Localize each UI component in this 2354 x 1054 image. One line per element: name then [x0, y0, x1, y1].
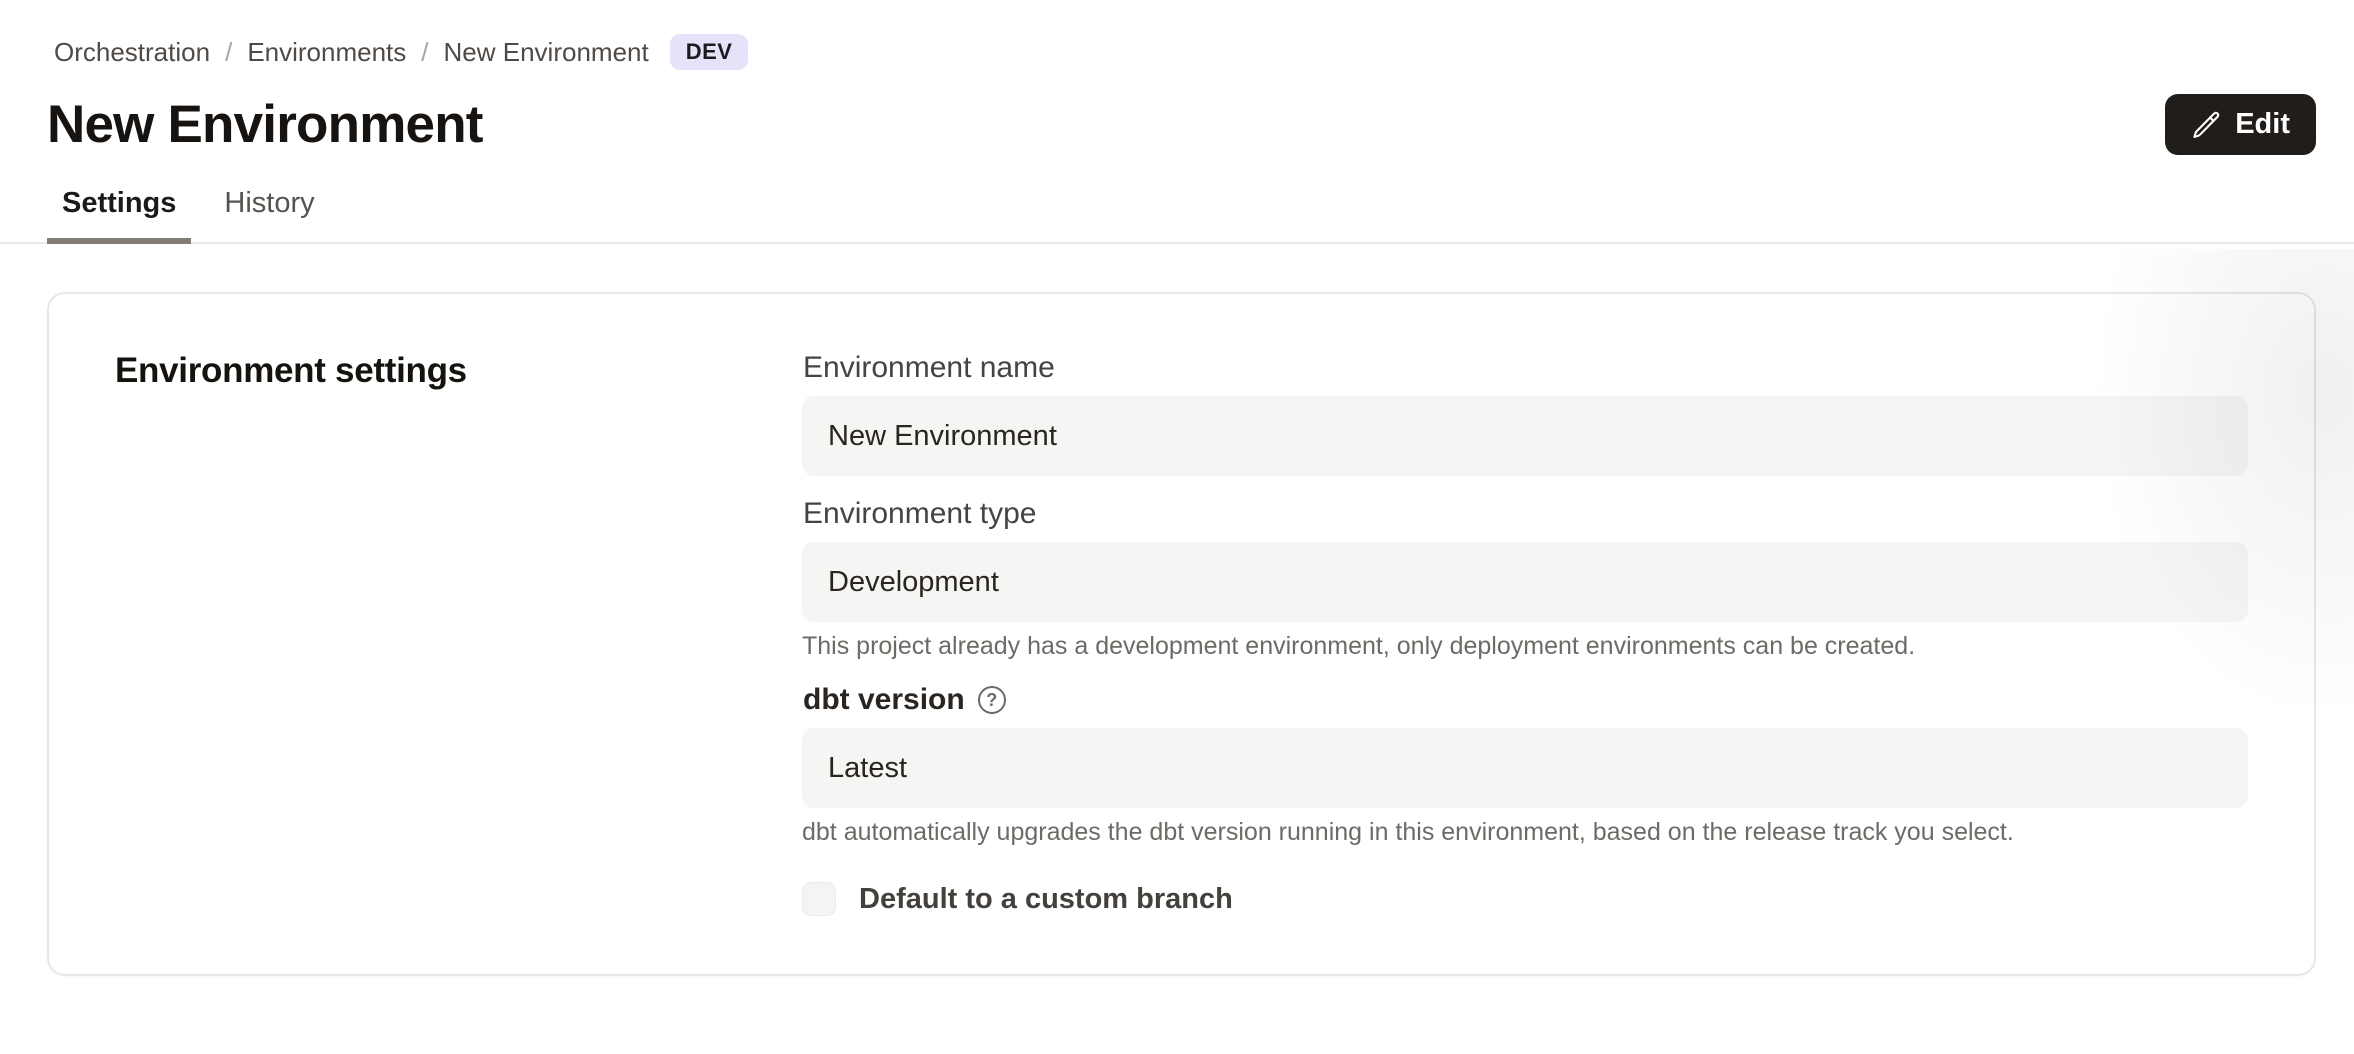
environment-name-label: Environment name	[803, 350, 2248, 386]
environment-type-field: Environment type Development This projec…	[802, 496, 2248, 662]
custom-branch-label: Default to a custom branch	[859, 883, 1233, 916]
card-form-column: Environment name New Environment Environ…	[802, 350, 2248, 916]
card-heading: Environment settings	[115, 350, 802, 392]
environment-type-helper-text: This project already has a development e…	[802, 630, 2248, 662]
tab-bar: Settings History	[0, 173, 2354, 244]
tab-history[interactable]: History	[209, 173, 329, 242]
breadcrumb: Orchestration / Environments / New Envir…	[54, 34, 2316, 70]
dbt-version-label: dbt version	[803, 682, 965, 718]
breadcrumb-orchestration[interactable]: Orchestration	[54, 36, 210, 68]
breadcrumb-separator: /	[225, 36, 232, 68]
environment-settings-card: Environment settings Environment name Ne…	[47, 292, 2316, 976]
pencil-icon	[2191, 110, 2221, 140]
page-title: New Environment	[47, 94, 483, 155]
breadcrumb-new-environment[interactable]: New Environment	[444, 36, 649, 68]
edit-button[interactable]: Edit	[2165, 94, 2316, 155]
environment-name-input[interactable]: New Environment	[802, 396, 2248, 476]
environment-name-field: Environment name New Environment	[802, 350, 2248, 476]
custom-branch-checkbox[interactable]	[802, 882, 836, 916]
environment-type-input[interactable]: Development	[802, 542, 2248, 622]
help-icon[interactable]: ?	[978, 686, 1006, 714]
environment-dev-badge: DEV	[670, 34, 749, 70]
dbt-version-field: dbt version ? Latest dbt automatically u…	[802, 682, 2248, 848]
breadcrumb-separator: /	[421, 36, 428, 68]
card-heading-column: Environment settings	[115, 350, 802, 916]
dbt-version-label-row: dbt version ?	[803, 682, 2248, 718]
tab-settings[interactable]: Settings	[47, 173, 191, 242]
page-header: New Environment Edit	[47, 94, 2316, 155]
breadcrumb-environments[interactable]: Environments	[247, 36, 406, 68]
dbt-version-helper-text: dbt automatically upgrades the dbt versi…	[802, 816, 2248, 848]
environment-type-label: Environment type	[803, 496, 2248, 532]
environment-type-value: Development	[828, 566, 999, 599]
dbt-version-input[interactable]: Latest	[802, 728, 2248, 808]
edit-button-label: Edit	[2235, 108, 2290, 141]
custom-branch-row: Default to a custom branch	[802, 882, 2248, 916]
dbt-version-value: Latest	[828, 752, 907, 785]
environment-name-value: New Environment	[828, 420, 1057, 453]
